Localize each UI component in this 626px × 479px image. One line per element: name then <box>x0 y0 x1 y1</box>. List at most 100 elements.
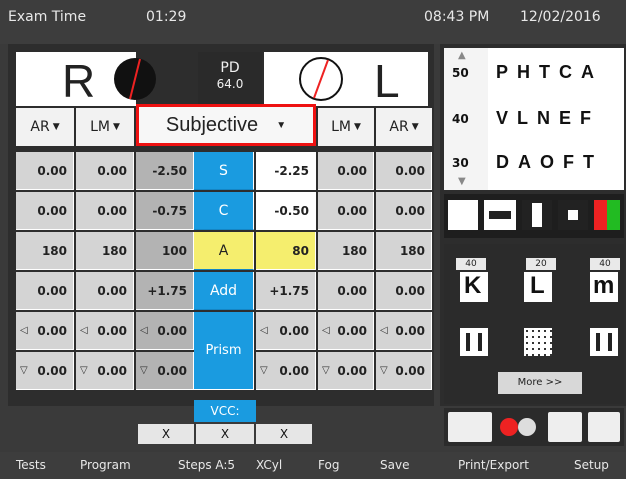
subjective-left-axis[interactable]: 80 <box>256 232 316 270</box>
xcyl-button[interactable]: XCyl <box>256 458 282 472</box>
lm-left-axis[interactable]: 180 <box>318 232 374 270</box>
target-spot-icon[interactable] <box>558 200 588 230</box>
subjective-left-prism-horizontal[interactable]: ◁ 0.00 <box>256 312 316 350</box>
target-blank-icon[interactable] <box>448 200 478 230</box>
subjective-left-sphere[interactable]: -2.25 <box>256 152 316 190</box>
ar-right-selector[interactable]: AR ▼ <box>16 108 74 146</box>
tests-button[interactable]: Tests <box>16 458 46 472</box>
lm-left-cylinder[interactable]: 0.00 <box>318 192 374 230</box>
e-chart-alt-icon[interactable] <box>590 328 618 356</box>
fog-button[interactable]: Fog <box>318 458 339 472</box>
subjective-left-cylinder[interactable]: -0.50 <box>256 192 316 230</box>
lm-left-prism-vertical[interactable]: ▽ 0.00 <box>318 352 374 390</box>
lm-right-add[interactable]: 0.00 <box>76 272 134 310</box>
l-tag: 20 <box>526 258 556 270</box>
cylinder-button[interactable]: C <box>194 192 254 230</box>
value: 0.00 <box>157 323 187 338</box>
ar-left-prism-vertical[interactable]: ▽ 0.00 <box>376 352 432 390</box>
target-horizontal-bar-icon[interactable] <box>484 200 516 230</box>
chart-size-50[interactable]: 50 <box>452 66 469 80</box>
ar-right-prism-horizontal[interactable]: ◁ 0.00 <box>16 312 74 350</box>
vcc-right-toggle[interactable]: X <box>138 424 194 444</box>
lm-right-prism-vertical[interactable]: ▽ 0.00 <box>76 352 134 390</box>
ar-left-sphere[interactable]: 0.00 <box>376 152 432 190</box>
k-letter: K <box>464 272 482 299</box>
subjective-right-axis[interactable]: 100 <box>136 232 194 270</box>
ar-right-add[interactable]: 0.00 <box>16 272 74 310</box>
lm-right-selector[interactable]: LM ▼ <box>76 108 134 146</box>
subjective-right-sphere[interactable]: -2.50 <box>136 152 194 190</box>
vcc-binocular-toggle[interactable]: X <box>196 424 254 444</box>
chart-size-40[interactable]: 40 <box>452 112 469 126</box>
setup-button[interactable]: Setup <box>574 458 609 472</box>
ar-left-label: AR <box>389 119 409 135</box>
lm-right-cylinder[interactable]: 0.00 <box>76 192 134 230</box>
print-export-button[interactable]: Print/Export <box>458 458 529 472</box>
value: 0.00 <box>97 363 127 378</box>
cylinder-toggle-icon[interactable] <box>448 412 492 442</box>
lm-right-sphere[interactable]: 0.00 <box>76 152 134 190</box>
mode-label: Subjective <box>165 113 259 136</box>
triangle-left-icon: ◁ <box>140 325 148 336</box>
chevron-down-icon: ▼ <box>276 119 287 131</box>
chevron-down-icon: ▼ <box>52 122 60 132</box>
chart-row-letters[interactable]: PHTCA <box>496 62 603 83</box>
lm-right-axis[interactable]: 180 <box>76 232 134 270</box>
program-button[interactable]: Program <box>80 458 131 472</box>
document-edit-icon[interactable] <box>548 412 582 442</box>
lm-left-sphere[interactable]: 0.00 <box>318 152 374 190</box>
ar-right-axis[interactable]: 180 <box>16 232 74 270</box>
vcc-button[interactable]: VCC: <box>194 400 256 422</box>
subjective-right-add[interactable]: +1.75 <box>136 272 194 310</box>
subjective-left-add[interactable]: +1.75 <box>256 272 316 310</box>
m-letter: m <box>593 272 615 299</box>
lm-left-selector[interactable]: LM ▼ <box>318 108 374 146</box>
chart-row-letters[interactable]: VLNEF <box>496 108 600 129</box>
l-optotype-button[interactable]: L <box>524 272 552 302</box>
visual-acuity-chart[interactable]: ▲ 50 40 30 ▼ PHTCA VLNEF DAOFT <box>444 48 624 190</box>
subjective-right-cylinder[interactable]: -0.75 <box>136 192 194 230</box>
scroll-up-icon[interactable]: ▲ <box>458 50 466 61</box>
ar-left-selector[interactable]: AR ▼ <box>376 108 432 146</box>
sphere-button[interactable]: S <box>194 152 254 190</box>
pd-display[interactable]: PD 64.0 <box>198 52 262 106</box>
e-chart-icon[interactable] <box>460 328 488 356</box>
axis-button[interactable]: A <box>194 232 254 270</box>
vcc-left-toggle[interactable]: X <box>256 424 312 444</box>
subjective-right-prism-vertical[interactable]: ▽ 0.00 <box>136 352 194 390</box>
ar-left-axis[interactable]: 180 <box>376 232 432 270</box>
triangle-left-icon: ◁ <box>80 325 88 336</box>
lm-left-add[interactable]: 0.00 <box>318 272 374 310</box>
lm-left-prism-horizontal[interactable]: ◁ 0.00 <box>318 312 374 350</box>
subjective-left-prism-vertical[interactable]: ▽ 0.00 <box>256 352 316 390</box>
more-button[interactable]: More >> <box>498 372 582 394</box>
dot-pattern-icon[interactable] <box>524 328 552 356</box>
subjective-right-prism-horizontal[interactable]: ◁ 0.00 <box>136 312 194 350</box>
save-button[interactable]: Save <box>380 458 409 472</box>
target-vertical-bar-icon[interactable] <box>522 200 552 230</box>
right-eye-letter: R <box>62 55 96 107</box>
ar-right-prism-vertical[interactable]: ▽ 0.00 <box>16 352 74 390</box>
triangle-left-icon: ◁ <box>20 325 28 336</box>
ar-right-cylinder[interactable]: 0.00 <box>16 192 74 230</box>
ar-left-add[interactable]: 0.00 <box>376 272 432 310</box>
m-optotype-button[interactable]: m <box>590 272 618 302</box>
add-button[interactable]: Add <box>194 272 254 310</box>
lm-right-prism-horizontal[interactable]: ◁ 0.00 <box>76 312 134 350</box>
chart-size-30[interactable]: 30 <box>452 156 469 170</box>
ar-left-cylinder[interactable]: 0.00 <box>376 192 432 230</box>
ar-left-prism-horizontal[interactable]: ◁ 0.00 <box>376 312 432 350</box>
left-eye-header[interactable]: L <box>264 52 428 107</box>
brightness-icon[interactable] <box>588 412 620 442</box>
prism-button[interactable]: Prism <box>194 312 254 390</box>
steps-button[interactable]: Steps A:5 <box>178 458 235 472</box>
chart-row-letters[interactable]: DAOFT <box>496 152 603 173</box>
k-optotype-button[interactable]: K <box>460 272 488 302</box>
k-tag: 40 <box>456 258 486 270</box>
mode-dropdown[interactable]: Subjective ▼ <box>136 104 316 146</box>
red-dot-target-icon[interactable] <box>496 412 542 442</box>
red-green-target-icon[interactable] <box>594 200 620 230</box>
scroll-down-icon[interactable]: ▼ <box>458 176 466 187</box>
right-eye-header[interactable]: R <box>16 52 156 107</box>
ar-right-sphere[interactable]: 0.00 <box>16 152 74 190</box>
